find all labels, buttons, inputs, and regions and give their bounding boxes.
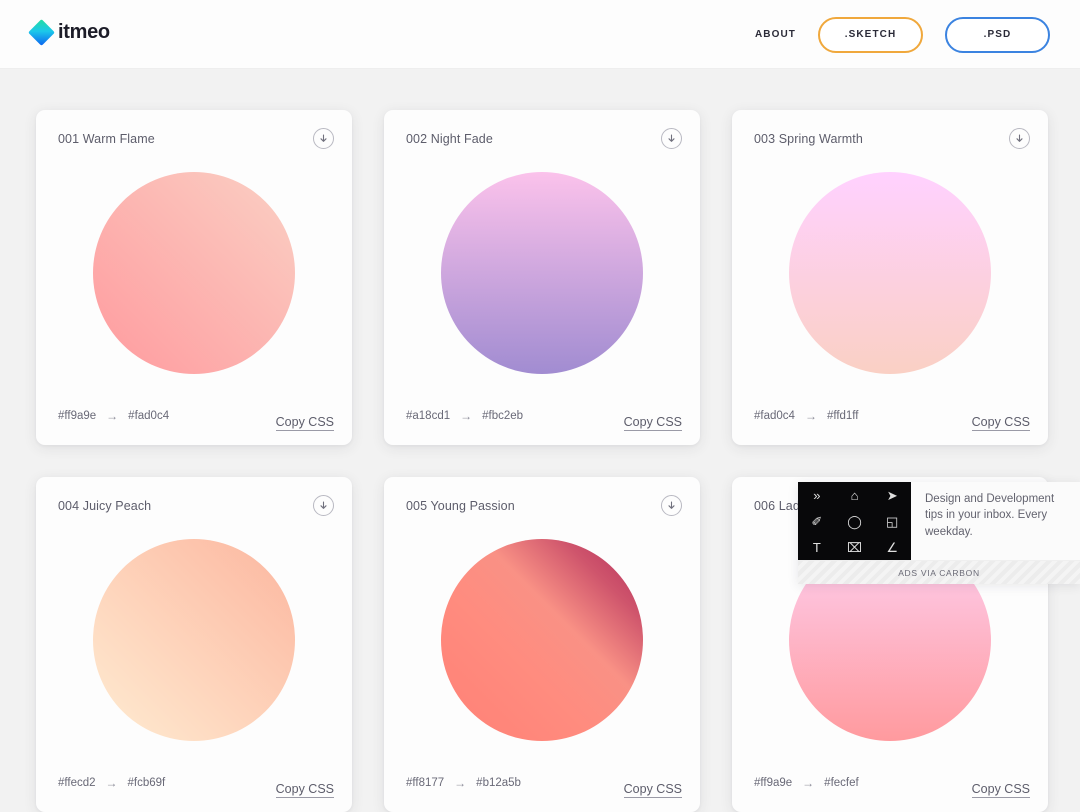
card-footer: #a18cd1 → #fbc2eb Copy CSS: [406, 387, 682, 445]
pen-icon: ✐: [811, 513, 823, 529]
cursor-plus-icon: ➤: [886, 487, 898, 503]
card-header: 005 Young Passion: [406, 495, 682, 516]
speech-bubble-icon: ◯: [847, 513, 862, 529]
hex-codes: #fad0c4 → #ffd1ff: [754, 409, 859, 423]
carbon-ad-body: » ⌂ ➤ ✐ ◯ ◱ T ⌧ ∠ Design and Development tips in…: [798, 482, 1080, 560]
card-title: 005 Young Passion: [406, 498, 515, 513]
arrow-icon: →: [454, 776, 467, 790]
card-footer: #ff9a9e → #fad0c4 Copy CSS: [58, 387, 334, 445]
gradient-circle: [441, 539, 643, 741]
site-header: itmeo ABOUT .SKETCH .PSD: [0, 0, 1080, 69]
gradient-circle: [93, 172, 295, 374]
hex-to: #fad0c4: [128, 410, 170, 422]
gradient-preview: [384, 172, 700, 374]
gradient-preview: [384, 539, 700, 741]
gradient-preview: [36, 539, 352, 741]
logo-text: itmeo: [58, 21, 110, 43]
hex-from: #ff8177: [406, 777, 445, 789]
arrow-icon: →: [460, 409, 473, 423]
card-header: 001 Warm Flame: [58, 128, 334, 149]
carbon-ad-text[interactable]: Design and Development tips in your inbo…: [911, 482, 1080, 560]
gradient-card[interactable]: 001 Warm Flame #ff9a9e → #fad0c4 Copy CSS: [36, 110, 352, 445]
logo[interactable]: itmeo: [28, 18, 110, 46]
hex-codes: #ffecd2 → #fcb69f: [58, 776, 165, 790]
gradient-circle: [441, 172, 643, 374]
download-sketch-button[interactable]: .SKETCH: [818, 16, 923, 53]
download-circle-icon[interactable]: [661, 495, 682, 516]
gradient-preview: [36, 172, 352, 374]
gradient-preview: [732, 172, 1048, 374]
carbon-ad-footer[interactable]: ADS VIA CARBON: [798, 560, 1080, 584]
arrow-icon: →: [106, 409, 119, 423]
card-header: 004 Juicy Peach: [58, 495, 334, 516]
nav-link-about[interactable]: ABOUT: [755, 29, 796, 40]
carbon-ad-image[interactable]: » ⌂ ➤ ✐ ◯ ◱ T ⌧ ∠: [798, 482, 911, 560]
arrow-icon: →: [105, 776, 118, 790]
copy-css-button[interactable]: Copy CSS: [275, 782, 334, 798]
page-corner-icon: ◱: [886, 513, 899, 529]
hex-to: #ffd1ff: [826, 410, 859, 422]
gradient-circle: [789, 172, 991, 374]
text-tool-icon: T: [812, 539, 821, 555]
hex-from: #a18cd1: [406, 410, 451, 422]
card-footer: #ff8177 → #b12a5b Copy CSS: [406, 754, 682, 812]
angle-icon: ∠: [886, 539, 898, 555]
hex-codes: #ff8177 → #b12a5b: [406, 776, 521, 790]
gradient-circle: [93, 539, 295, 741]
card-title: 002 Night Fade: [406, 131, 493, 146]
copy-css-button[interactable]: Copy CSS: [623, 782, 682, 798]
hex-to: #b12a5b: [476, 777, 521, 789]
gradient-card[interactable]: 004 Juicy Peach #ffecd2 → #fcb69f Copy CSS: [36, 477, 352, 812]
hex-codes: #a18cd1 → #fbc2eb: [406, 409, 523, 423]
download-psd-button[interactable]: .PSD: [945, 16, 1050, 53]
card-title: 004 Juicy Peach: [58, 498, 152, 513]
hex-codes: #ff9a9e → #fecfef: [754, 776, 859, 790]
main-nav: ABOUT .SKETCH .PSD: [755, 0, 1050, 69]
hex-from: #fad0c4: [754, 410, 795, 422]
hex-to: #fbc2eb: [482, 410, 524, 422]
download-circle-icon[interactable]: [313, 128, 334, 149]
diamond-gradient-icon: [28, 18, 55, 46]
gradient-card-grid: 001 Warm Flame #ff9a9e → #fad0c4 Copy CSS 002…: [36, 110, 1052, 812]
copy-css-button[interactable]: Copy CSS: [971, 415, 1030, 431]
download-circle-icon[interactable]: [661, 128, 682, 149]
card-title: 003 Spring Warmth: [754, 131, 863, 146]
copy-css-button[interactable]: Copy CSS: [623, 415, 682, 431]
card-header: 002 Night Fade: [406, 128, 682, 149]
card-footer: #ff9a9e → #fecfef Copy CSS: [754, 754, 1030, 812]
card-title: 001 Warm Flame: [58, 131, 155, 146]
card-header: 003 Spring Warmth: [754, 128, 1030, 149]
hex-from: #ffecd2: [58, 777, 96, 789]
arrow-icon: →: [802, 776, 815, 790]
carbon-ad[interactable]: » ⌂ ➤ ✐ ◯ ◱ T ⌧ ∠ Design and Development tips in…: [798, 482, 1080, 584]
hex-to: #fcb69f: [127, 777, 166, 789]
copy-css-button[interactable]: Copy CSS: [275, 415, 334, 431]
hex-from: #ff9a9e: [58, 410, 97, 422]
card-footer: #fad0c4 → #ffd1ff Copy CSS: [754, 387, 1030, 445]
gradient-card[interactable]: 003 Spring Warmth #fad0c4 → #ffd1ff Copy CSS: [732, 110, 1048, 445]
hex-from: #ff9a9e: [754, 777, 793, 789]
card-footer: #ffecd2 → #fcb69f Copy CSS: [58, 754, 334, 812]
hex-to: #fecfef: [824, 777, 859, 789]
home-icon: ⌂: [850, 487, 859, 503]
copy-css-button[interactable]: Copy CSS: [971, 782, 1030, 798]
arrow-icon: →: [804, 409, 817, 423]
download-circle-icon[interactable]: [313, 495, 334, 516]
gradient-card[interactable]: 002 Night Fade #a18cd1 → #fbc2eb Copy CSS: [384, 110, 700, 445]
hex-codes: #ff9a9e → #fad0c4: [58, 409, 169, 423]
envelope-x-icon: ⌧: [847, 539, 862, 555]
chevron-double-right-icon: »: [813, 487, 821, 503]
gradient-card[interactable]: 005 Young Passion #ff8177 → #b12a5b Copy CSS: [384, 477, 700, 812]
download-circle-icon[interactable]: [1009, 128, 1030, 149]
